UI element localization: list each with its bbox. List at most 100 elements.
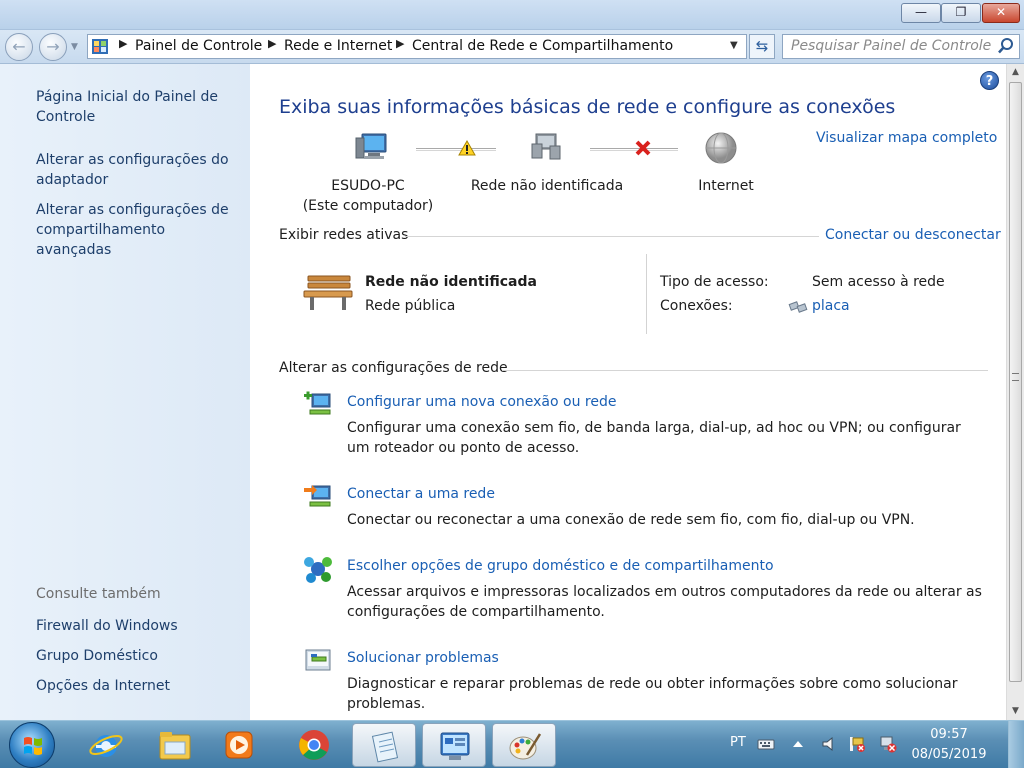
taskbar-paint[interactable] — [492, 723, 556, 767]
access-type-value: Sem acesso à rede — [812, 274, 945, 290]
breadcrumb-rede-e-internet[interactable]: Rede e Internet — [284, 38, 392, 54]
computer-icon[interactable] — [354, 130, 388, 164]
search-input[interactable]: Pesquisar Painel de Controle — [782, 34, 1020, 59]
minimize-button[interactable]: — — [901, 3, 941, 23]
task-new-connection-link[interactable]: Configurar uma nova conexão ou rede — [347, 394, 616, 410]
map-network-name: Rede não identificada — [470, 178, 624, 194]
connect-to-network-icon — [304, 485, 331, 507]
homegroup-icon — [304, 557, 332, 583]
refresh-button[interactable]: ⇆ — [749, 34, 775, 59]
breadcrumb-separator-icon[interactable]: ▶ — [119, 37, 127, 50]
task-connect-network-description: Conectar ou reconectar a uma conexão de … — [347, 512, 915, 528]
map-internet-label: Internet — [698, 178, 754, 194]
internet-globe-icon[interactable] — [705, 132, 737, 164]
breadcrumb-central-de-rede[interactable]: Central de Rede e Compartilhamento — [412, 38, 673, 54]
scroll-up-arrow-icon[interactable]: ▲ — [1007, 64, 1024, 81]
sidebar-link-advanced-sharing[interactable]: Alterar as configurações de compartilham… — [36, 200, 241, 260]
back-button[interactable]: ← — [5, 33, 33, 61]
scroll-down-arrow-icon[interactable]: ▼ — [1007, 703, 1024, 720]
access-type-label: Tipo de acesso: — [660, 274, 769, 290]
divider — [405, 236, 819, 237]
connections-label: Conexões: — [660, 298, 733, 314]
control-panel-icon — [92, 39, 108, 54]
view-full-map-link[interactable]: Visualizar mapa completo — [816, 130, 997, 146]
recent-pages-dropdown[interactable]: ▼ — [71, 42, 78, 52]
navigation-bar: ← → ▼ ▶ Painel de Controle ▶ Rede e Inte… — [0, 30, 1024, 64]
paint-icon — [509, 733, 542, 760]
taskbar-media-player[interactable] — [207, 723, 271, 767]
map-computer-subtitle: (Este computador) — [302, 198, 434, 214]
show-hidden-icons-icon[interactable] — [789, 735, 807, 753]
action-center-icon[interactable] — [848, 735, 866, 753]
sidebar-link-adapter-settings[interactable]: Alterar as configurações do adaptador — [36, 150, 241, 190]
map-computer-name: ESUDO-PC — [331, 178, 405, 194]
scroll-grip-icon — [1012, 373, 1019, 381]
refresh-icon: ⇆ — [755, 37, 769, 55]
active-network-category-link[interactable]: Rede pública — [365, 298, 455, 314]
clock-time[interactable]: 09:57 — [918, 727, 980, 742]
address-history-dropdown-icon[interactable]: ▼ — [730, 40, 738, 51]
troubleshoot-icon — [305, 649, 331, 671]
task-homegroup-description: Acessar arquivos e impressoras localizad… — [347, 584, 982, 620]
search-icon[interactable] — [997, 37, 1015, 55]
network-disconnected-icon[interactable] — [879, 735, 897, 753]
search-placeholder: Pesquisar Painel de Controle — [791, 38, 992, 54]
task-connect-network-link[interactable]: Conectar a uma rede — [347, 486, 495, 502]
active-network-name: Rede não identificada — [365, 274, 537, 290]
show-desktop-button[interactable] — [1008, 721, 1024, 768]
new-connection-icon — [304, 391, 331, 415]
sidebar-link-homegroup[interactable]: Grupo Doméstico — [36, 646, 241, 666]
task-troubleshoot-description: Diagnosticar e reparar problemas de rede… — [347, 676, 958, 712]
task-troubleshoot-link[interactable]: Solucionar problemas — [347, 650, 499, 666]
chrome-icon — [299, 730, 329, 760]
connection-placa-link[interactable]: placa — [812, 298, 850, 314]
close-button[interactable]: ✕ — [982, 3, 1020, 23]
folder-icon — [159, 732, 191, 760]
taskbar-notepad[interactable] — [352, 723, 416, 767]
back-arrow-icon: ← — [12, 37, 26, 56]
network-center-icon — [440, 732, 470, 760]
taskbar-network-center[interactable] — [422, 723, 486, 767]
taskbar-chrome[interactable] — [282, 723, 346, 767]
scrollbar-thumb[interactable] — [1009, 82, 1022, 682]
language-indicator[interactable]: PT — [730, 735, 746, 750]
active-networks-heading: Exibir redes ativas — [279, 227, 409, 243]
network-icon[interactable] — [530, 130, 564, 164]
volume-icon[interactable] — [820, 735, 838, 753]
vertical-scrollbar[interactable]: ▲ ▼ — [1006, 64, 1024, 720]
divider — [502, 370, 988, 371]
help-icon[interactable]: ? — [980, 71, 999, 90]
breadcrumb-separator-icon[interactable]: ▶ — [396, 37, 404, 50]
connection-line — [416, 148, 496, 151]
windows-logo-icon — [24, 737, 42, 755]
left-task-pane: Página Inicial do Painel de Controle Alt… — [0, 64, 250, 720]
connect-disconnect-link[interactable]: Conectar ou desconectar — [825, 227, 1001, 243]
address-bar[interactable]: ▶ Painel de Controle ▶ Rede e Internet ▶… — [87, 34, 747, 59]
sidebar-link-control-panel-home[interactable]: Página Inicial do Painel de Controle — [36, 87, 241, 127]
breadcrumb-separator-icon[interactable]: ▶ — [268, 37, 276, 50]
task-new-connection-description: Configurar uma conexão sem fio, de banda… — [347, 420, 961, 456]
window-title-bar: — ❐ ✕ — [0, 0, 1024, 30]
warning-icon — [458, 140, 476, 156]
see-also-heading: Consulte também — [36, 586, 161, 602]
breadcrumb-painel-de-controle[interactable]: Painel de Controle — [135, 38, 262, 54]
maximize-button[interactable]: ❐ — [941, 3, 981, 23]
taskbar: PT 09:57 08/05/2019 — [0, 720, 1024, 768]
public-network-bench-icon[interactable] — [302, 272, 354, 312]
main-content: ? Exiba suas informações básicas de rede… — [250, 64, 1006, 720]
notepad-icon — [371, 731, 399, 763]
taskbar-internet-explorer[interactable] — [74, 723, 138, 767]
sidebar-link-windows-firewall[interactable]: Firewall do Windows — [36, 616, 241, 636]
page-title: Exiba suas informações básicas de rede e… — [279, 96, 896, 118]
task-homegroup-link[interactable]: Escolher opções de grupo doméstico e de … — [347, 558, 774, 574]
taskbar-windows-explorer[interactable] — [143, 723, 207, 767]
clock-date[interactable]: 08/05/2019 — [910, 747, 988, 762]
keyboard-icon[interactable] — [757, 735, 775, 753]
vertical-divider — [646, 254, 647, 334]
start-button[interactable] — [9, 722, 55, 768]
media-player-icon — [225, 731, 253, 759]
sidebar-link-internet-options[interactable]: Opções da Internet — [36, 676, 241, 696]
forward-button[interactable]: → — [39, 33, 67, 61]
ethernet-connection-icon — [788, 301, 808, 313]
disconnected-x-icon — [635, 140, 651, 156]
